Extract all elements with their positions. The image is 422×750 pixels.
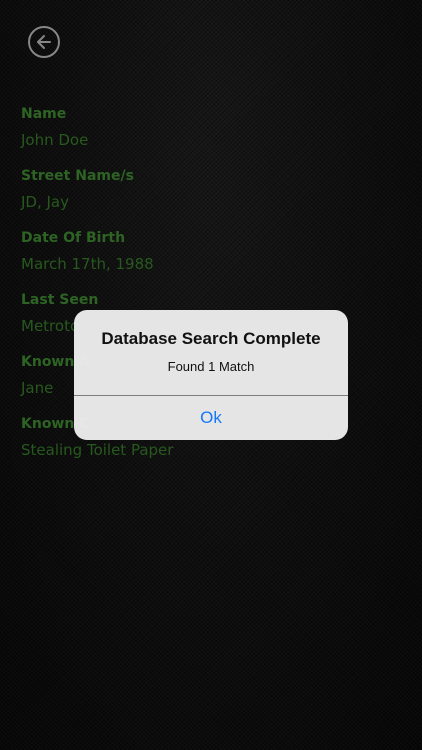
alert-message: Found 1 Match <box>167 359 255 374</box>
alert-dialog: Database Search Complete Found 1 Match O… <box>74 310 348 440</box>
alert-title: Database Search Complete <box>101 329 321 348</box>
ok-button[interactable]: Ok <box>74 396 348 440</box>
